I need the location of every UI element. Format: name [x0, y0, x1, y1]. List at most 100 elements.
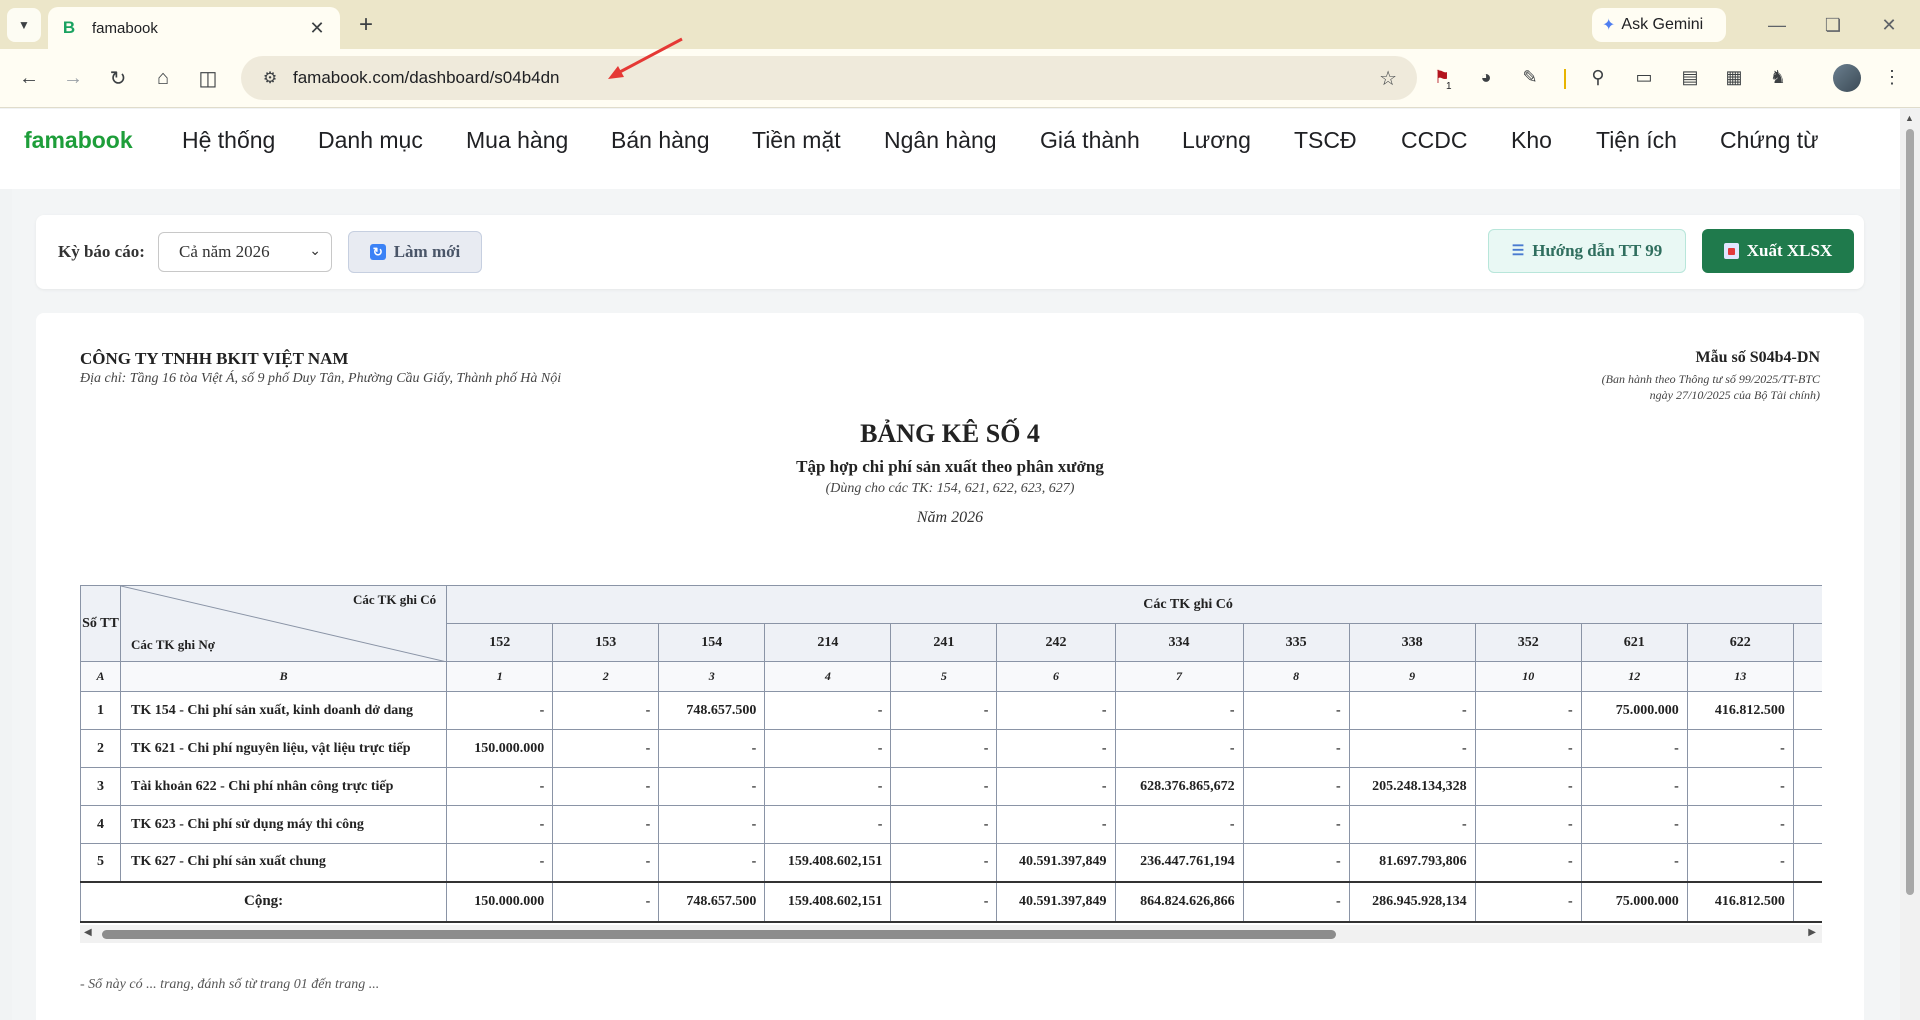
export-button-label: Xuất XLSX	[1746, 241, 1833, 260]
restore-window-button[interactable]: ❏	[1818, 10, 1848, 40]
report-table-scroll[interactable]: Số TT Các TK ghi Có Các TK ghi Nợ Các TK…	[80, 585, 1822, 925]
export-xlsx-button[interactable]: Xuất XLSX	[1702, 229, 1854, 273]
nav-item-ban-hang[interactable]: Bán hàng	[611, 127, 709, 154]
scroll-left-arrow-icon[interactable]: ◀	[84, 927, 92, 938]
index-cell: 7	[1114, 661, 1244, 692]
page-vertical-scrollbar[interactable]: ▲	[1900, 109, 1920, 1020]
row-account-name: TK 154 - Chi phí sản xuất, kinh doanh dở…	[120, 691, 448, 730]
table-row: 4 TK 623 - Chi phí sử dụng máy thi công - -…	[80, 805, 1822, 844]
nav-item-tien-mat[interactable]: Tiền mặt	[752, 127, 841, 154]
ask-gemini-button[interactable]: ✦ Ask Gemini	[1592, 8, 1726, 42]
tab-title: famabook	[92, 19, 158, 37]
scroll-right-arrow-icon[interactable]: ▶	[1808, 927, 1816, 938]
nav-item-he-thong[interactable]: Hệ thống	[182, 127, 275, 154]
browser-tab[interactable]: B famabook ✕	[48, 7, 340, 49]
amount-cell: -	[1474, 729, 1582, 768]
amount-cell: -	[1242, 805, 1350, 844]
site-info-icon[interactable]: ⚙	[259, 67, 281, 89]
refresh-button-label: Làm mới	[393, 242, 461, 261]
forward-arrow-icon[interactable]: →	[58, 63, 88, 93]
amount-cell: -	[658, 767, 766, 806]
col-header-account: 338	[1348, 623, 1476, 662]
row-account-name: TK 627 - Chi phí sản xuất chung	[120, 843, 448, 882]
scrollbar-thumb[interactable]	[102, 930, 1336, 939]
amount-cell: -	[1686, 767, 1794, 806]
reload-icon[interactable]: ↻	[103, 63, 133, 93]
amount-cell: -	[1474, 843, 1582, 882]
nav-item-mua-hang[interactable]: Mua hàng	[466, 127, 568, 154]
amount-cell: -	[890, 729, 998, 768]
table-header-row-1: Số TT Các TK ghi Có Các TK ghi Nợ Các TK…	[80, 585, 1822, 662]
nav-item-ccdc[interactable]: CCDC	[1401, 127, 1467, 154]
amount-cell: -	[1348, 805, 1476, 844]
nav-item-tien-ich[interactable]: Tiện ích	[1596, 127, 1677, 154]
amount-cell: -	[996, 729, 1116, 768]
payment-card-icon[interactable]: ▭	[1630, 63, 1658, 91]
nav-item-chung-tu[interactable]: Chứng từ	[1720, 127, 1819, 154]
back-arrow-icon[interactable]: ←	[14, 63, 44, 93]
amount-cell: -	[552, 843, 660, 882]
profile-avatar[interactable]	[1833, 64, 1861, 92]
refresh-icon: ↻	[369, 244, 386, 260]
nav-item-gia-thanh[interactable]: Giá thành	[1040, 127, 1140, 154]
total-amount-cell: -	[1792, 880, 1822, 923]
amount-cell: -	[1114, 691, 1244, 730]
index-cell: 2	[552, 661, 660, 692]
scroll-up-arrow-icon[interactable]: ▲	[1905, 113, 1914, 123]
nav-item-ngan-hang[interactable]: Ngân hàng	[884, 127, 997, 154]
extensions-puzzle-icon[interactable]: ✎	[1516, 63, 1544, 91]
address-bar[interactable]: ⚙ famabook.com/dashboard/s04b4dn ☆	[241, 56, 1417, 100]
password-key-icon[interactable]: ⚲	[1584, 63, 1612, 91]
index-cell: B	[120, 661, 448, 692]
extension-compass-icon[interactable]: ◕	[1472, 63, 1500, 91]
close-window-button[interactable]: ✕	[1874, 10, 1904, 40]
app-navbar: famabook Hệ thống Danh mục Mua hàng Bán …	[0, 109, 1900, 189]
col-header-diagonal: Các TK ghi Có Các TK ghi Nợ	[120, 585, 448, 662]
amount-cell: -	[1686, 843, 1794, 882]
amount-cell: -	[658, 805, 766, 844]
table-horizontal-scrollbar[interactable]: ◀ ▶	[80, 925, 1822, 943]
new-tab-button[interactable]: +	[352, 11, 380, 39]
close-tab-icon[interactable]: ✕	[306, 18, 328, 39]
tab-search-button[interactable]: ▼	[7, 8, 41, 42]
row-account-name: TK 621 - Chi phí nguyên liệu, vật liệu t…	[120, 729, 448, 768]
col-header-account: 621	[1580, 623, 1688, 662]
row-stt: 2	[80, 729, 122, 768]
nav-item-kho[interactable]: Kho	[1511, 127, 1552, 154]
ask-gemini-label: Ask Gemini	[1621, 16, 1704, 33]
incognito-icon[interactable]: ♞	[1764, 63, 1792, 91]
total-label: Cộng:	[80, 880, 448, 923]
nav-item-luong[interactable]: Lương	[1182, 127, 1251, 154]
refresh-button[interactable]: ↻ Làm mới	[348, 231, 482, 273]
reading-mode-icon[interactable]: ▤	[1676, 63, 1704, 91]
url-text[interactable]: famabook.com/dashboard/s04b4dn	[293, 68, 560, 88]
guide-tt99-button[interactable]: ☰ Hướng dẫn TT 99	[1488, 229, 1686, 273]
nav-item-danh-muc[interactable]: Danh mục	[318, 127, 423, 154]
brand-logo[interactable]: famabook	[24, 127, 133, 154]
nav-item-tscd[interactable]: TSCĐ	[1294, 127, 1357, 154]
form-code: Mẫu số S04b4-DN	[1695, 349, 1820, 366]
minimize-window-button[interactable]: —	[1762, 10, 1792, 40]
total-amount-cell: 75.000.000	[1580, 880, 1688, 923]
page-scrollbar-thumb[interactable]	[1906, 129, 1914, 895]
period-label: Kỳ báo cáo:	[58, 242, 145, 261]
col-header-account: 153	[552, 623, 660, 662]
col-group-header: Các TK ghi Có	[446, 585, 1822, 624]
company-address: Địa chỉ: Tầng 16 tòa Việt Á, số 9 phố Du…	[80, 371, 562, 386]
period-select[interactable]: Cả năm 2026 ⌄	[158, 232, 332, 272]
amount-cell: -	[552, 805, 660, 844]
more-menu-icon[interactable]: ⋮	[1878, 63, 1906, 91]
amount-cell: -	[552, 767, 660, 806]
tab-groups-icon[interactable]: ▦	[1720, 63, 1748, 91]
period-select-value: Cả năm 2026	[179, 242, 270, 261]
amount-cell: -	[1242, 767, 1350, 806]
amount-cell: 150.000.000	[446, 729, 554, 768]
main-content: Kỳ báo cáo: Cả năm 2026 ⌄ ↻ Làm mới ☰ Hư…	[12, 189, 1900, 1020]
amount-cell: -	[1792, 767, 1822, 806]
amount-cell: 748.657.500	[658, 691, 766, 730]
index-cell: 9	[1348, 661, 1476, 692]
amount-cell: -	[996, 767, 1116, 806]
split-view-icon[interactable]: ◫	[193, 63, 223, 93]
bookmark-star-icon[interactable]: ☆	[1379, 66, 1397, 91]
home-icon[interactable]: ⌂	[148, 63, 178, 93]
